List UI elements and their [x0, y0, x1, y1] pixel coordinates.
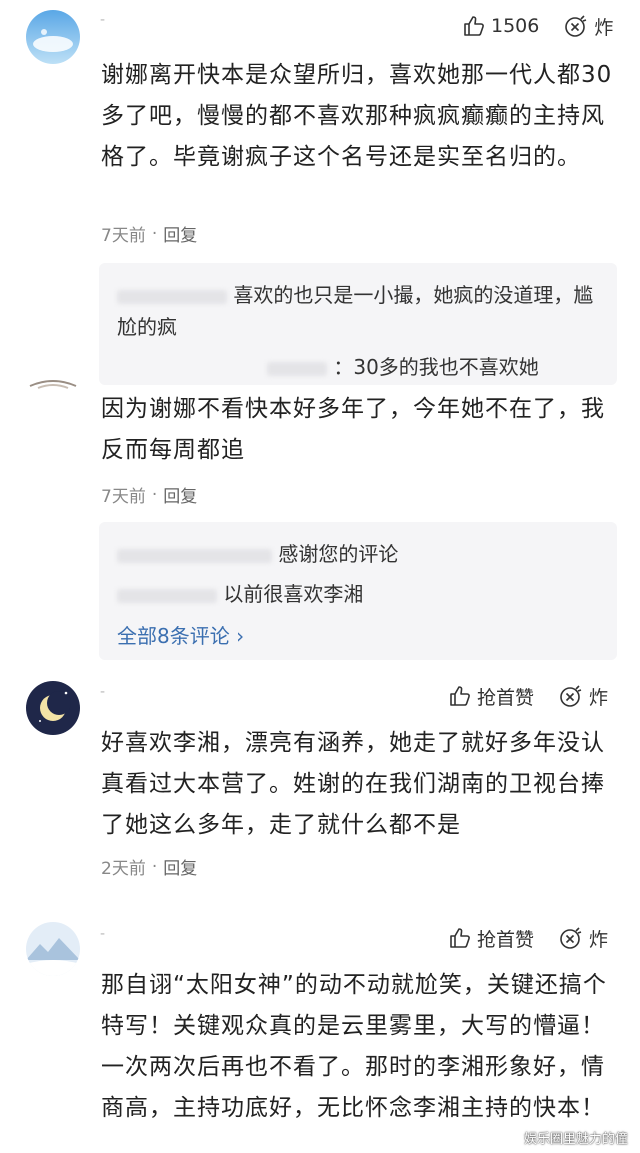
blurred-username: [117, 588, 217, 603]
bomb-icon: [560, 927, 582, 949]
thumbs-up-icon: [450, 928, 470, 948]
comment-meta: 7天前 · 回复: [101, 482, 197, 508]
thumbs-up-icon: [464, 16, 484, 36]
comment-text: 因为谢娜不看快本好多年了，今年她不在了，我反而每周都追: [101, 396, 605, 463]
username[interactable]: -: [100, 926, 105, 942]
blurred-username: [117, 548, 272, 563]
reply-text: 感谢您的评论: [278, 542, 399, 566]
dot-separator: ·: [151, 223, 158, 244]
view-all-replies-link[interactable]: 全部8条评论 ›: [117, 620, 244, 649]
like-count: 抢首赞: [477, 928, 535, 951]
avatar[interactable]: [26, 372, 80, 396]
reply-thread: 喜欢的也只是一小撮，她疯的没道理，尴尬的疯 ：30多的我也不喜欢她: [99, 263, 617, 385]
like-count: 1506: [491, 15, 540, 37]
timestamp: 7天前: [101, 487, 146, 507]
comment-text: 谢娜离开快本是众望所归，喜欢她那一代人都30多了吧，慢慢的都不喜欢那种疯疯癫癫的…: [101, 62, 613, 170]
username[interactable]: -: [100, 12, 105, 28]
avatar[interactable]: [26, 10, 80, 64]
username[interactable]: -: [100, 684, 105, 700]
timestamp: 2天前: [101, 859, 146, 879]
reply-text: 以前很喜欢李湘: [223, 582, 364, 606]
thumbs-up-icon: [450, 686, 470, 706]
blurred-username: [267, 361, 327, 376]
moon-avatar-icon: [26, 681, 80, 735]
reply-thread: 感谢您的评论 以前很喜欢李湘 全部8条评论 ›: [99, 522, 617, 660]
boom-button[interactable]: 炸: [558, 925, 608, 952]
boom-label: 炸: [589, 928, 609, 951]
boom-label: 炸: [589, 686, 609, 709]
reply-item[interactable]: 喜欢的也只是一小撮，她疯的没道理，尴尬的疯: [117, 279, 603, 343]
snow-mountain-avatar-icon: [26, 922, 80, 976]
comment-text: 好喜欢李湘，漂亮有涵养，她走了就好多年没认真看过大本营了。姓谢的在我们湖南的卫视…: [101, 730, 605, 838]
sky-avatar-icon: [26, 10, 80, 64]
reply-button[interactable]: 回复: [163, 854, 197, 879]
reply-item[interactable]: 感谢您的评论: [117, 538, 603, 570]
reply-button[interactable]: 回复: [163, 482, 197, 507]
avatar[interactable]: [26, 681, 80, 735]
blurred-username: [117, 289, 227, 304]
boom-button[interactable]: 炸: [558, 683, 608, 710]
comment-text: 那自诩“太阳女神”的动不动就尬笑，关键还搞个特写！关键观众真的是云里雾里，大写的…: [101, 972, 607, 1121]
comment-actions: 抢首赞 炸: [448, 679, 608, 713]
dot-separator: ·: [151, 484, 158, 505]
boom-button[interactable]: 炸: [563, 13, 613, 40]
dot-separator: ·: [151, 856, 158, 877]
avatar[interactable]: [26, 922, 80, 976]
like-count: 抢首赞: [477, 686, 535, 709]
bomb-icon: [560, 685, 582, 707]
bird-avatar-icon: [29, 380, 77, 389]
reply-item[interactable]: ：30多的我也不喜欢她: [117, 351, 603, 383]
view-all-label: 全部8条评论: [117, 624, 230, 648]
comment-actions: 1506 炸: [462, 9, 613, 43]
like-button[interactable]: 抢首赞: [448, 925, 534, 952]
like-button[interactable]: 抢首赞: [448, 683, 534, 710]
timestamp: 7天前: [101, 226, 146, 246]
watermark: 娱乐圈里魅力的僮: [523, 1132, 628, 1147]
comment-meta: 2天前 · 回复: [101, 854, 197, 880]
chevron-right-icon: ›: [236, 624, 245, 648]
comment-actions: 抢首赞 炸: [448, 921, 608, 955]
reply-text: ：30多的我也不喜欢她: [333, 355, 539, 379]
bomb-icon: [565, 15, 587, 37]
reply-button[interactable]: 回复: [163, 221, 197, 246]
like-button[interactable]: 1506: [462, 14, 539, 38]
reply-item[interactable]: 以前很喜欢李湘: [117, 578, 603, 610]
comment-meta: 7天前 · 回复: [101, 221, 197, 247]
boom-label: 炸: [594, 16, 614, 39]
